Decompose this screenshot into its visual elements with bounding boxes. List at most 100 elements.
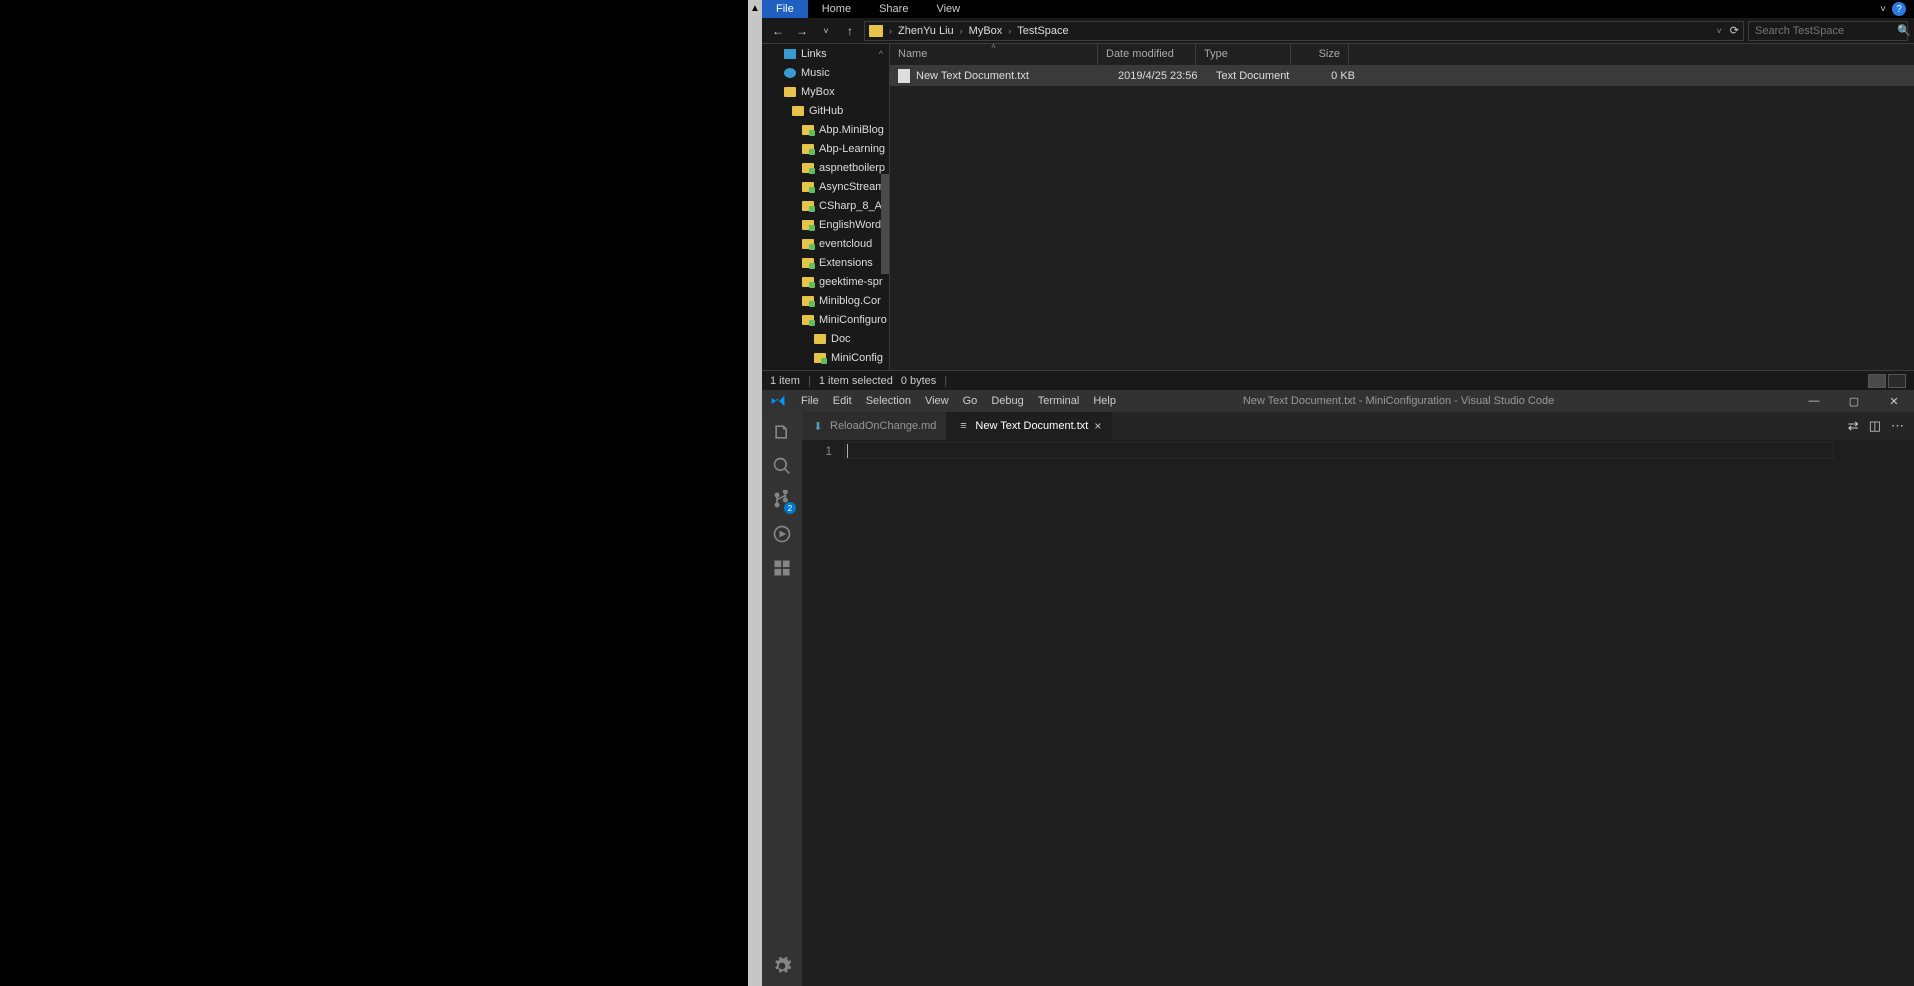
status-bar: 1 item | 1 item selected 0 bytes | <box>762 370 1914 390</box>
source-control-icon[interactable]: 2 <box>770 488 794 512</box>
view-details-button[interactable] <box>1868 374 1886 388</box>
nav-tree-item[interactable]: Miniblog.Cor <box>762 291 889 310</box>
editor-tab[interactable]: ⬇ReloadOnChange.md <box>802 412 947 440</box>
link-icon <box>784 49 796 59</box>
nav-tree-item[interactable]: Links^ <box>762 44 889 63</box>
menu-go[interactable]: Go <box>956 395 985 407</box>
search-box[interactable]: 🔍 <box>1748 21 1908 41</box>
gutter: 1 <box>802 440 844 986</box>
minimize-button[interactable]: — <box>1794 390 1834 412</box>
settings-icon[interactable] <box>770 954 794 978</box>
tab-close-icon[interactable]: × <box>1094 419 1101 433</box>
nav-tree-item[interactable]: MiniConfig <box>762 348 889 367</box>
maximize-button[interactable]: ▢ <box>1834 390 1874 412</box>
editor-tab[interactable]: ≡New Text Document.txt× <box>947 412 1112 440</box>
ribbon-tab-share[interactable]: Share <box>865 0 922 18</box>
more-icon[interactable]: ⋯ <box>1891 418 1904 434</box>
nav-tree-item[interactable]: Doc <box>762 329 889 348</box>
vscode-menus: FileEditSelectionViewGoDebugTerminalHelp <box>794 395 1123 407</box>
address-dropdown-icon[interactable]: ˅ <box>1717 26 1722 36</box>
ribbon-tab-file[interactable]: File <box>762 0 808 18</box>
nav-tree-item[interactable]: AsyncStream <box>762 177 889 196</box>
file-date: 2019/4/25 23:56 <box>1110 70 1208 82</box>
column-name-label: Name <box>898 48 927 60</box>
file-row[interactable]: New Text Document.txt 2019/4/25 23:56 Te… <box>890 66 1914 86</box>
nav-item-label: AsyncStream <box>819 181 884 193</box>
split-icon[interactable]: ◫ <box>1869 418 1881 434</box>
git-icon <box>802 163 814 173</box>
column-size[interactable]: Size <box>1291 44 1349 65</box>
expand-icon[interactable]: ^ <box>879 49 883 59</box>
nav-tree-item[interactable]: Extensions <box>762 253 889 272</box>
search-input[interactable] <box>1755 25 1897 37</box>
breadcrumb[interactable]: ZhenYu Liu <box>898 25 954 37</box>
nav-item-label: Extensions <box>819 257 873 269</box>
nav-history-dropdown[interactable]: ˅ <box>816 21 836 41</box>
close-button[interactable]: ✕ <box>1874 390 1914 412</box>
nav-tree-item[interactable]: CSharp_8_Asy <box>762 196 889 215</box>
code-area[interactable]: 1 <box>802 440 1914 986</box>
code-content[interactable] <box>844 440 1914 986</box>
view-thumbnails-button[interactable] <box>1888 374 1906 388</box>
text-file-icon <box>898 69 910 83</box>
address-bar[interactable]: › ZhenYu Liu › MyBox › TestSpace ˅ ⟳ <box>864 21 1744 41</box>
nav-item-label: CSharp_8_Asy <box>819 200 889 212</box>
file-explorer-window: File Home Share View ˅ ? ← → ˅ ↑ › ZhenY… <box>762 0 1914 390</box>
folder-icon <box>814 334 826 344</box>
music-icon <box>784 68 796 78</box>
nav-tree-item[interactable]: Abp-Learning <box>762 139 889 158</box>
nav-tree-item[interactable]: MyBox <box>762 82 889 101</box>
right-panel: File Home Share View ˅ ? ← → ˅ ↑ › ZhenY… <box>762 0 1914 986</box>
git-icon <box>802 220 814 230</box>
git-icon <box>802 239 814 249</box>
sort-arrow-icon: ˄ <box>991 44 996 51</box>
search-icon[interactable]: 🔍 <box>1897 24 1911 37</box>
nav-forward-button[interactable]: → <box>792 21 812 41</box>
current-line-highlight <box>844 442 1834 459</box>
debug-icon[interactable] <box>770 522 794 546</box>
column-type[interactable]: Type <box>1196 44 1291 65</box>
nav-back-button[interactable]: ← <box>768 21 788 41</box>
nav-tree-item[interactable]: GitHub <box>762 101 889 120</box>
breadcrumb-sep: › <box>960 26 963 36</box>
breadcrumb[interactable]: MyBox <box>969 25 1003 37</box>
column-name[interactable]: ˄ Name <box>890 44 1098 65</box>
breadcrumb-sep: › <box>1008 26 1011 36</box>
nav-tree-item[interactable]: Abp.MiniBlog <box>762 120 889 139</box>
nav-tree-item[interactable]: Music <box>762 63 889 82</box>
editor-tab-bar: ⬇ReloadOnChange.md≡New Text Document.txt… <box>802 412 1914 440</box>
menu-help[interactable]: Help <box>1086 395 1123 407</box>
file-list-area: ˄ Name Date modified Type Size New Text … <box>890 44 1914 370</box>
ribbon-tab-view[interactable]: View <box>922 0 974 18</box>
menu-debug[interactable]: Debug <box>984 395 1030 407</box>
nav-tree-item[interactable]: geektime-spr <box>762 272 889 291</box>
nav-item-label: aspnetboilerp <box>819 162 885 174</box>
column-date[interactable]: Date modified <box>1098 44 1196 65</box>
menu-terminal[interactable]: Terminal <box>1031 395 1087 407</box>
breadcrumb-sep: › <box>889 26 892 36</box>
window-divider[interactable]: ▲ <box>748 0 762 986</box>
menu-view[interactable]: View <box>918 395 956 407</box>
ribbon-chevron-icon[interactable]: ˅ <box>1880 4 1886 15</box>
status-sep: | <box>944 375 947 387</box>
menu-file[interactable]: File <box>794 395 826 407</box>
menu-edit[interactable]: Edit <box>826 395 859 407</box>
compare-icon[interactable]: ⇄ <box>1848 418 1859 434</box>
nav-tree-item[interactable]: MiniConfiguro <box>762 310 889 329</box>
nav-up-button[interactable]: ↑ <box>840 21 860 41</box>
nav-tree-item[interactable]: aspnetboilerp <box>762 158 889 177</box>
explorer-icon[interactable] <box>770 420 794 444</box>
nav-tree-item[interactable]: EnglishWordS <box>762 215 889 234</box>
search-icon[interactable] <box>770 454 794 478</box>
nav-tree-item[interactable]: eventcloud <box>762 234 889 253</box>
extensions-icon[interactable] <box>770 556 794 580</box>
activity-bar: 2 <box>762 412 802 986</box>
breadcrumb[interactable]: TestSpace <box>1017 25 1068 37</box>
refresh-icon[interactable]: ⟳ <box>1730 24 1739 37</box>
ribbon-tab-home[interactable]: Home <box>808 0 865 18</box>
nav-scrollbar[interactable] <box>881 174 889 274</box>
ribbon-help-icon[interactable]: ? <box>1892 2 1906 16</box>
folder-icon <box>792 106 804 116</box>
menu-selection[interactable]: Selection <box>859 395 918 407</box>
vscode-window-title: New Text Document.txt - MiniConfiguratio… <box>1243 395 1554 407</box>
